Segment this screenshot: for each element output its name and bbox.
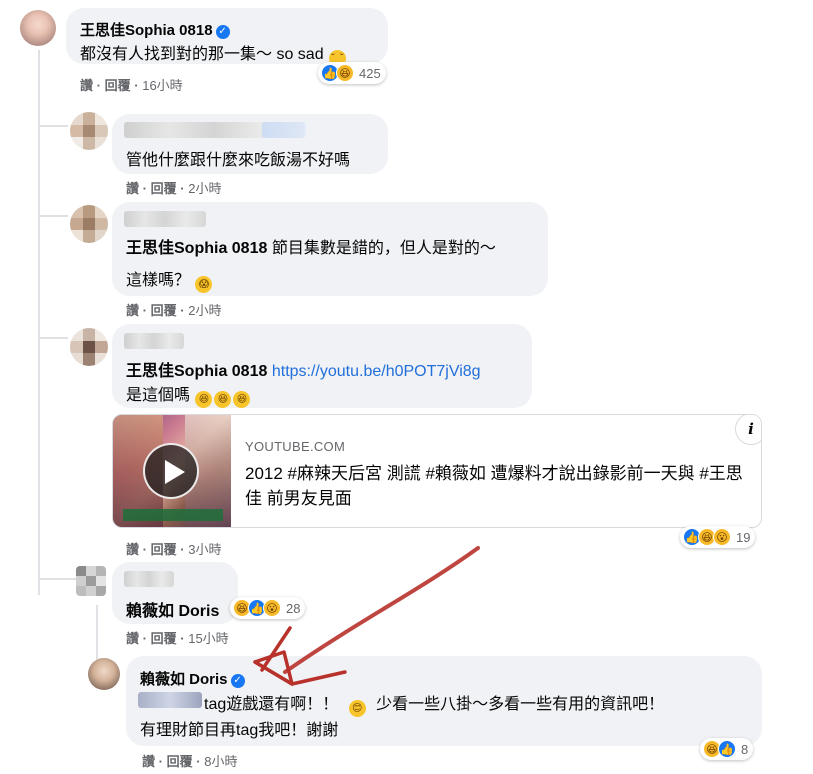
annotation-arrow [253, 546, 480, 686]
